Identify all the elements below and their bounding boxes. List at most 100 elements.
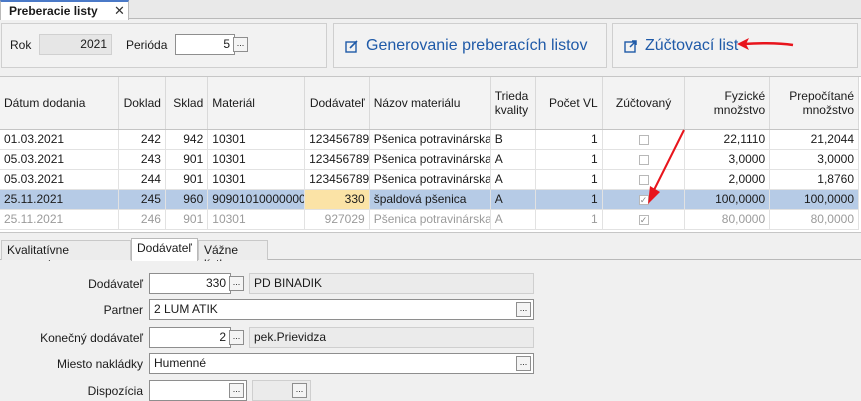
konecny-dodavatel-label: Konečný dodávateľ xyxy=(40,331,143,345)
cell-dodavatel[interactable]: 927029 xyxy=(304,209,370,230)
tab-dodavatel[interactable]: Dodávateľ xyxy=(131,238,198,261)
dodavatel-form: Dodávateľ 330 ... PD BINADIK Partner 2 L… xyxy=(0,261,861,401)
cell-sklad[interactable]: 960 xyxy=(165,189,209,210)
cell-datum[interactable]: 05.03.2021 xyxy=(0,169,119,190)
cell-nazov[interactable]: Pšenica potravinárska xyxy=(369,169,491,190)
cell-prepocitane[interactable]: 1,8760 xyxy=(769,169,859,190)
table-row-selected[interactable]: 25.11.2021 245 960 90901010000000 330 šp… xyxy=(0,188,859,210)
col-header-dodavatel[interactable]: Dodávateľ xyxy=(304,77,370,130)
cell-trieda[interactable]: A xyxy=(490,209,537,230)
cell-dodavatel[interactable]: 1234567890 xyxy=(304,149,370,170)
cell-doklad[interactable]: 246 xyxy=(118,209,166,230)
cell-datum[interactable]: 25.11.2021 xyxy=(0,209,119,230)
col-header-nazov[interactable]: Názov materiálu xyxy=(369,77,491,130)
cell-fyzicke[interactable]: 22,1110 xyxy=(684,129,771,150)
generate-panel[interactable]: Generovanie preberacích listov xyxy=(333,23,607,68)
annotation-arrow-icon xyxy=(648,129,685,204)
konecny-dodavatel-code-input[interactable]: 2 xyxy=(149,327,231,348)
col-header-trieda[interactable]: Trieda kvality xyxy=(490,77,537,130)
cell-nazov[interactable]: Pšenica potravinárska xyxy=(369,209,491,230)
cell-pocet[interactable]: 1 xyxy=(535,149,603,170)
cell-sklad[interactable]: 901 xyxy=(165,149,209,170)
cell-dodavatel[interactable]: 123456789 xyxy=(304,129,370,150)
accounting-button-label[interactable]: Zúčtovací list xyxy=(645,37,738,55)
col-header-fyzicke[interactable]: Fyzické množstvo xyxy=(684,77,771,130)
cell-dodavatel-editing[interactable]: 330 xyxy=(304,188,370,210)
rok-field: 2021 xyxy=(39,34,112,55)
cell-material[interactable]: 10301 xyxy=(207,169,306,190)
dispozicia-secondary-lookup-button[interactable]: ... xyxy=(292,383,307,398)
close-icon[interactable]: ✕ xyxy=(114,3,125,19)
zuctovany-checkbox-checked[interactable]: ✓ xyxy=(638,214,649,225)
cell-trieda[interactable]: A xyxy=(490,189,537,210)
cell-nazov[interactable]: špaldová pšenica xyxy=(369,189,491,210)
cell-doklad[interactable]: 245 xyxy=(118,189,166,210)
cell-prepocitane[interactable]: 80,0000 xyxy=(769,209,859,230)
cell-trieda[interactable]: A xyxy=(490,169,537,190)
cell-sklad[interactable]: 901 xyxy=(165,169,209,190)
col-header-material[interactable]: Materiál xyxy=(207,77,306,130)
cell-material[interactable]: 10301 xyxy=(207,129,306,150)
cell-datum[interactable]: 05.03.2021 xyxy=(0,149,119,170)
cell-zuctovany[interactable]: ✓ xyxy=(602,209,686,230)
cell-trieda[interactable]: A xyxy=(490,149,537,170)
cell-doklad[interactable]: 243 xyxy=(118,149,166,170)
cell-prepocitane[interactable]: 100,0000 xyxy=(769,189,859,210)
cell-material[interactable]: 90901010000000 xyxy=(207,189,306,210)
cell-nazov[interactable]: Pšenica potravinárska xyxy=(369,149,491,170)
cell-pocet[interactable]: 1 xyxy=(535,189,603,210)
cell-sklad[interactable]: 901 xyxy=(165,209,209,230)
rok-label: Rok xyxy=(10,38,32,52)
cell-material[interactable]: 10301 xyxy=(207,149,306,170)
col-header-datum[interactable]: Dátum dodania xyxy=(0,77,119,130)
perioda-label: Perióda xyxy=(126,38,168,52)
cell-datum[interactable]: 25.11.2021 xyxy=(0,189,119,210)
dodavatel-lookup-button[interactable]: ... xyxy=(229,276,244,291)
cell-pocet[interactable]: 1 xyxy=(535,209,603,230)
generate-button-label[interactable]: Generovanie preberacích listov xyxy=(366,37,587,55)
cell-dodavatel[interactable]: 123456789 xyxy=(304,169,370,190)
cell-prepocitane[interactable]: 3,0000 xyxy=(769,149,859,170)
table-row[interactable]: 05.03.2021 244 901 10301 123456789 Pšeni… xyxy=(0,169,859,190)
table-row[interactable]: 01.03.2021 242 942 10301 123456789 Pšeni… xyxy=(0,129,859,150)
table-row[interactable]: 25.11.2021 246 901 10301 927029 Pšenica … xyxy=(0,209,859,230)
cell-prepocitane[interactable]: 21,2044 xyxy=(769,129,859,150)
col-header-prepocitane[interactable]: Prepočítané množstvo xyxy=(769,77,859,130)
table-row[interactable]: 05.03.2021 243 901 10301 1234567890 Pšen… xyxy=(0,149,859,170)
miesto-nakladky-input[interactable]: Humenné xyxy=(149,353,534,374)
grid-header: Dátum dodania Doklad Sklad Materiál Dodá… xyxy=(0,77,859,130)
miesto-nakladky-lookup-button[interactable]: ... xyxy=(516,356,531,371)
tab-kvalitativne-parametre[interactable]: Kvalitatívne parametre xyxy=(1,240,131,271)
cell-doklad[interactable]: 242 xyxy=(118,129,166,150)
document-tab-preberacie-listy[interactable]: Preberacie listy ✕ xyxy=(0,0,129,20)
konecny-dodavatel-lookup-button[interactable]: ... xyxy=(229,330,244,345)
col-header-sklad[interactable]: Sklad xyxy=(165,77,209,130)
dispozicia-lookup-button[interactable]: ... xyxy=(229,383,244,398)
cell-fyzicke[interactable]: 100,0000 xyxy=(684,189,771,210)
partner-input[interactable]: 2 LUM ATIK xyxy=(149,299,534,320)
perioda-input[interactable]: 5 xyxy=(175,34,235,55)
document-tab-strip: Preberacie listy ✕ xyxy=(0,0,861,20)
konecny-dodavatel-name-field: pek.Prievidza xyxy=(249,327,534,348)
cell-sklad[interactable]: 942 xyxy=(165,129,209,150)
cell-pocet[interactable]: 1 xyxy=(535,169,603,190)
document-tab-title: Preberacie listy xyxy=(9,4,98,18)
cell-pocet[interactable]: 1 xyxy=(535,129,603,150)
cell-nazov[interactable]: Pšenica potravinárska xyxy=(369,129,491,150)
partner-lookup-button[interactable]: ... xyxy=(516,302,531,317)
annotation-arrow-icon xyxy=(737,38,794,50)
cell-doklad[interactable]: 244 xyxy=(118,169,166,190)
cell-fyzicke[interactable]: 80,0000 xyxy=(684,209,771,230)
cell-datum[interactable]: 01.03.2021 xyxy=(0,129,119,150)
miesto-nakladky-label: Miesto nakládky xyxy=(56,357,143,371)
tab-vazne-listky[interactable]: Vážne lístky xyxy=(198,240,268,271)
perioda-lookup-button[interactable]: ... xyxy=(233,37,248,52)
cell-trieda[interactable]: B xyxy=(490,129,537,150)
col-header-zuctovany[interactable]: Zúčtovaný xyxy=(602,77,686,130)
dodavatel-code-input[interactable]: 330 xyxy=(149,273,231,294)
cell-fyzicke[interactable]: 3,0000 xyxy=(684,149,771,170)
col-header-doklad[interactable]: Doklad xyxy=(118,77,166,130)
cell-fyzicke[interactable]: 2,0000 xyxy=(684,169,771,190)
cell-material[interactable]: 10301 xyxy=(207,209,306,230)
col-header-pocet[interactable]: Počet VL xyxy=(535,77,603,130)
